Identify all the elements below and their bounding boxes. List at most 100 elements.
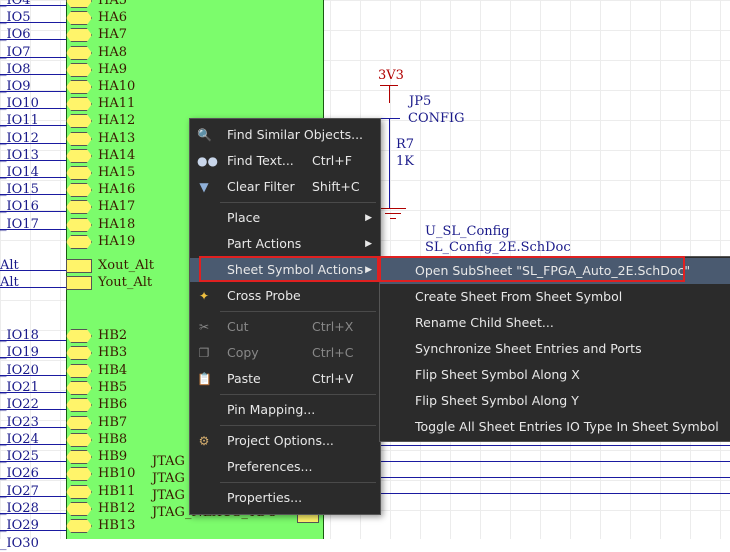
menu-separator — [220, 425, 376, 426]
search-icon: 🔍 — [197, 128, 212, 142]
sheet-entry-port[interactable] — [66, 63, 92, 77]
sheet-entry-port[interactable] — [66, 329, 92, 343]
menu-item-part-actions[interactable]: Part Actions ▶ — [190, 232, 380, 256]
sheet-entry-port[interactable] — [66, 46, 92, 60]
net-wire — [0, 143, 66, 144]
sheet-entry-port[interactable] — [66, 502, 92, 516]
net-wire — [0, 392, 66, 393]
submenu-item-create-sheet[interactable]: Create Sheet From Sheet Symbol — [380, 284, 730, 310]
menu-item-preferences[interactable]: Preferences... — [190, 455, 380, 479]
sheet-entry-port[interactable] — [66, 28, 92, 42]
net-wire — [0, 160, 66, 161]
net-label: _IO26 — [0, 466, 39, 481]
menu-item-find-similar[interactable]: 🔍 Find Similar Objects... — [190, 123, 380, 147]
menu-item-shortcut: Ctrl+F — [312, 153, 352, 168]
net-wire — [0, 74, 66, 75]
submenu-item-rename-child[interactable]: Rename Child Sheet... — [380, 310, 730, 336]
sheet-entry-port[interactable] — [66, 114, 92, 128]
net-wire — [0, 409, 66, 410]
submenu-item-label: Toggle All Sheet Entries IO Type In Shee… — [415, 419, 719, 434]
resistor-value: 1K — [396, 154, 414, 169]
menu-separator — [220, 482, 376, 483]
sheet-entry-label: HA14 — [98, 148, 136, 163]
menu-item-project-options[interactable]: ⚙ Project Options... — [190, 429, 380, 453]
sheet-entry-port[interactable] — [66, 200, 92, 214]
sheet-entry-row: _IO30 — [0, 535, 66, 552]
menu-item-place[interactable]: Place ▶ — [190, 206, 380, 230]
resistor-designator: R7 — [396, 137, 415, 152]
project-options-icon: ⚙ — [198, 434, 210, 448]
net-label: _IO30 — [0, 536, 39, 551]
submenu-item-toggle-io[interactable]: Toggle All Sheet Entries IO Type In Shee… — [380, 414, 730, 440]
jtag-label: JTAG — [152, 471, 185, 486]
submenu-arrow-icon: ▶ — [365, 239, 372, 249]
sheet-entry-port[interactable] — [66, 218, 92, 232]
sheet-entry-port[interactable] — [66, 183, 92, 197]
menu-item-label: Project Options... — [227, 433, 334, 448]
menu-separator — [220, 202, 376, 203]
sheet-entry-port[interactable] — [66, 132, 92, 146]
menu-item-label: Pin Mapping... — [227, 402, 316, 417]
sheet-entry-port[interactable] — [66, 166, 92, 180]
highlight-box-sheet-symbol-actions — [199, 256, 379, 282]
net-label: _IO14 — [0, 165, 39, 180]
submenu-item-flip-x[interactable]: Flip Sheet Symbol Along X — [380, 362, 730, 388]
net-wire — [0, 5, 66, 6]
net-label: _IO27 — [0, 484, 39, 499]
sheet-entry-port[interactable] — [66, 433, 92, 447]
sheet-entry-port[interactable] — [66, 364, 92, 378]
submenu-item-label: Flip Sheet Symbol Along Y — [415, 393, 579, 408]
menu-item-label: Find Similar Objects... — [227, 127, 364, 142]
sheet-entry-port[interactable] — [66, 346, 92, 360]
net-wire — [0, 229, 66, 230]
ground-line-3 — [390, 218, 396, 219]
menu-item-properties[interactable]: Properties... — [190, 486, 380, 510]
net-wire — [0, 211, 66, 212]
net-label: _IO13 — [0, 148, 39, 163]
net-wire — [0, 194, 66, 195]
menu-item-find-text[interactable]: ●● Find Text... Ctrl+F — [190, 149, 380, 173]
sheet-entry-row: _IO10 HA11 — [0, 95, 330, 112]
sheet-entry-port[interactable] — [66, 0, 92, 8]
binoculars-icon: ●● — [197, 154, 218, 168]
ground-line-2 — [385, 213, 401, 214]
sheet-entry-label: Yout_Alt — [98, 275, 153, 290]
menu-item-copy[interactable]: ❐ Copy Ctrl+C — [190, 341, 380, 365]
sheet-entry-port[interactable] — [66, 276, 92, 290]
sheet-entry-port[interactable] — [66, 11, 92, 25]
net-label: _IO10 — [0, 96, 39, 111]
submenu-item-synchronize[interactable]: Synchronize Sheet Entries and Ports — [380, 336, 730, 362]
sheet-entry-row: _IO9 HA10 — [0, 78, 330, 95]
menu-item-pin-mapping[interactable]: Pin Mapping... — [190, 398, 380, 422]
sheet-entry-port[interactable] — [66, 149, 92, 163]
sheet-entry-port[interactable] — [66, 259, 92, 273]
sheet-entry-port[interactable] — [66, 398, 92, 412]
menu-item-cut[interactable]: ✂ Cut Ctrl+X — [190, 315, 380, 339]
sheet-entry-port[interactable] — [66, 467, 92, 481]
sheet-entry-port[interactable] — [66, 235, 92, 249]
menu-item-shortcut: Ctrl+V — [312, 371, 354, 386]
sheet-entry-port[interactable] — [66, 381, 92, 395]
sheet-entry-label: Xout_Alt — [98, 258, 154, 273]
sheet-filename: SL_Config_2E.SchDoc — [425, 240, 571, 255]
sheet-entry-port[interactable] — [66, 80, 92, 94]
menu-item-clear-filter[interactable]: ▼ Clear Filter Shift+C — [190, 175, 380, 199]
menu-item-label: Cut — [227, 319, 249, 334]
net-label: _IO15 — [0, 182, 39, 197]
highlight-box-open-subsheet — [379, 256, 685, 282]
net-wire — [0, 340, 66, 341]
sheet-entry-port[interactable] — [66, 97, 92, 111]
sheet-entry-port[interactable] — [66, 485, 92, 499]
sheet-entry-label: HB6 — [98, 397, 128, 412]
net-label: _IO16 — [0, 199, 39, 214]
submenu-item-flip-y[interactable]: Flip Sheet Symbol Along Y — [380, 388, 730, 414]
sheet-designator: U_SL_Config — [425, 224, 510, 239]
sheet-entry-port[interactable] — [66, 519, 92, 533]
sheet-entry-port[interactable] — [66, 416, 92, 430]
menu-item-paste[interactable]: 📋 Paste Ctrl+V — [190, 367, 380, 391]
menu-item-cross-probe[interactable]: ✦ Cross Probe — [190, 284, 380, 308]
jumper-label: JP5 — [409, 94, 432, 109]
menu-item-label: Clear Filter — [227, 179, 295, 194]
menu-separator — [220, 311, 376, 312]
sheet-entry-port[interactable] — [66, 450, 92, 464]
